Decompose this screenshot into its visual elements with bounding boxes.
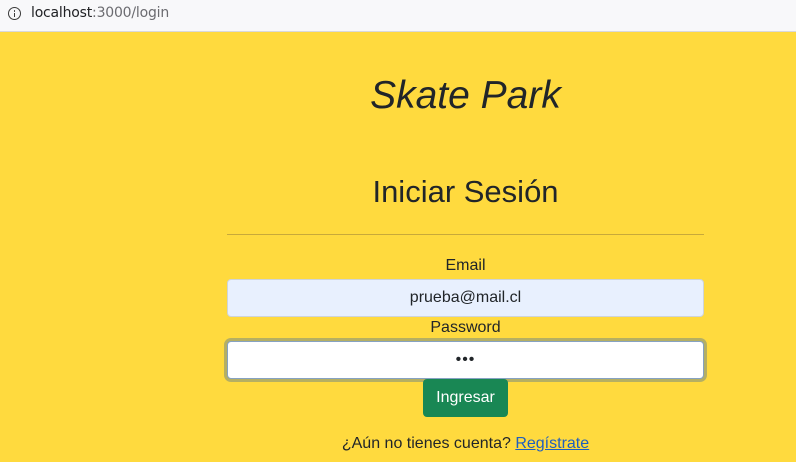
- register-link[interactable]: Regístrate: [515, 435, 589, 452]
- address-url[interactable]: localhost:3000/login: [31, 5, 169, 21]
- info-icon[interactable]: [8, 7, 21, 20]
- login-submit-button[interactable]: Ingresar: [423, 379, 508, 417]
- divider: [227, 234, 704, 235]
- register-prompt: ¿Aún no tienes cuenta?: [341, 435, 511, 452]
- login-page: Skate Park Iniciar Sesión Email Password…: [0, 32, 796, 462]
- site-title: Skate Park: [370, 74, 561, 117]
- login-heading: Iniciar Sesión: [372, 174, 559, 209]
- password-label: Password: [430, 319, 501, 336]
- email-input[interactable]: [227, 279, 704, 317]
- password-input[interactable]: [227, 341, 704, 379]
- register-line: ¿Aún no tienes cuenta? Regístrate: [227, 435, 704, 453]
- browser-address-bar[interactable]: localhost:3000/login: [0, 0, 796, 32]
- url-host: localhost: [31, 5, 93, 21]
- url-path: :3000/login: [92, 5, 170, 21]
- email-label: Email: [445, 257, 486, 274]
